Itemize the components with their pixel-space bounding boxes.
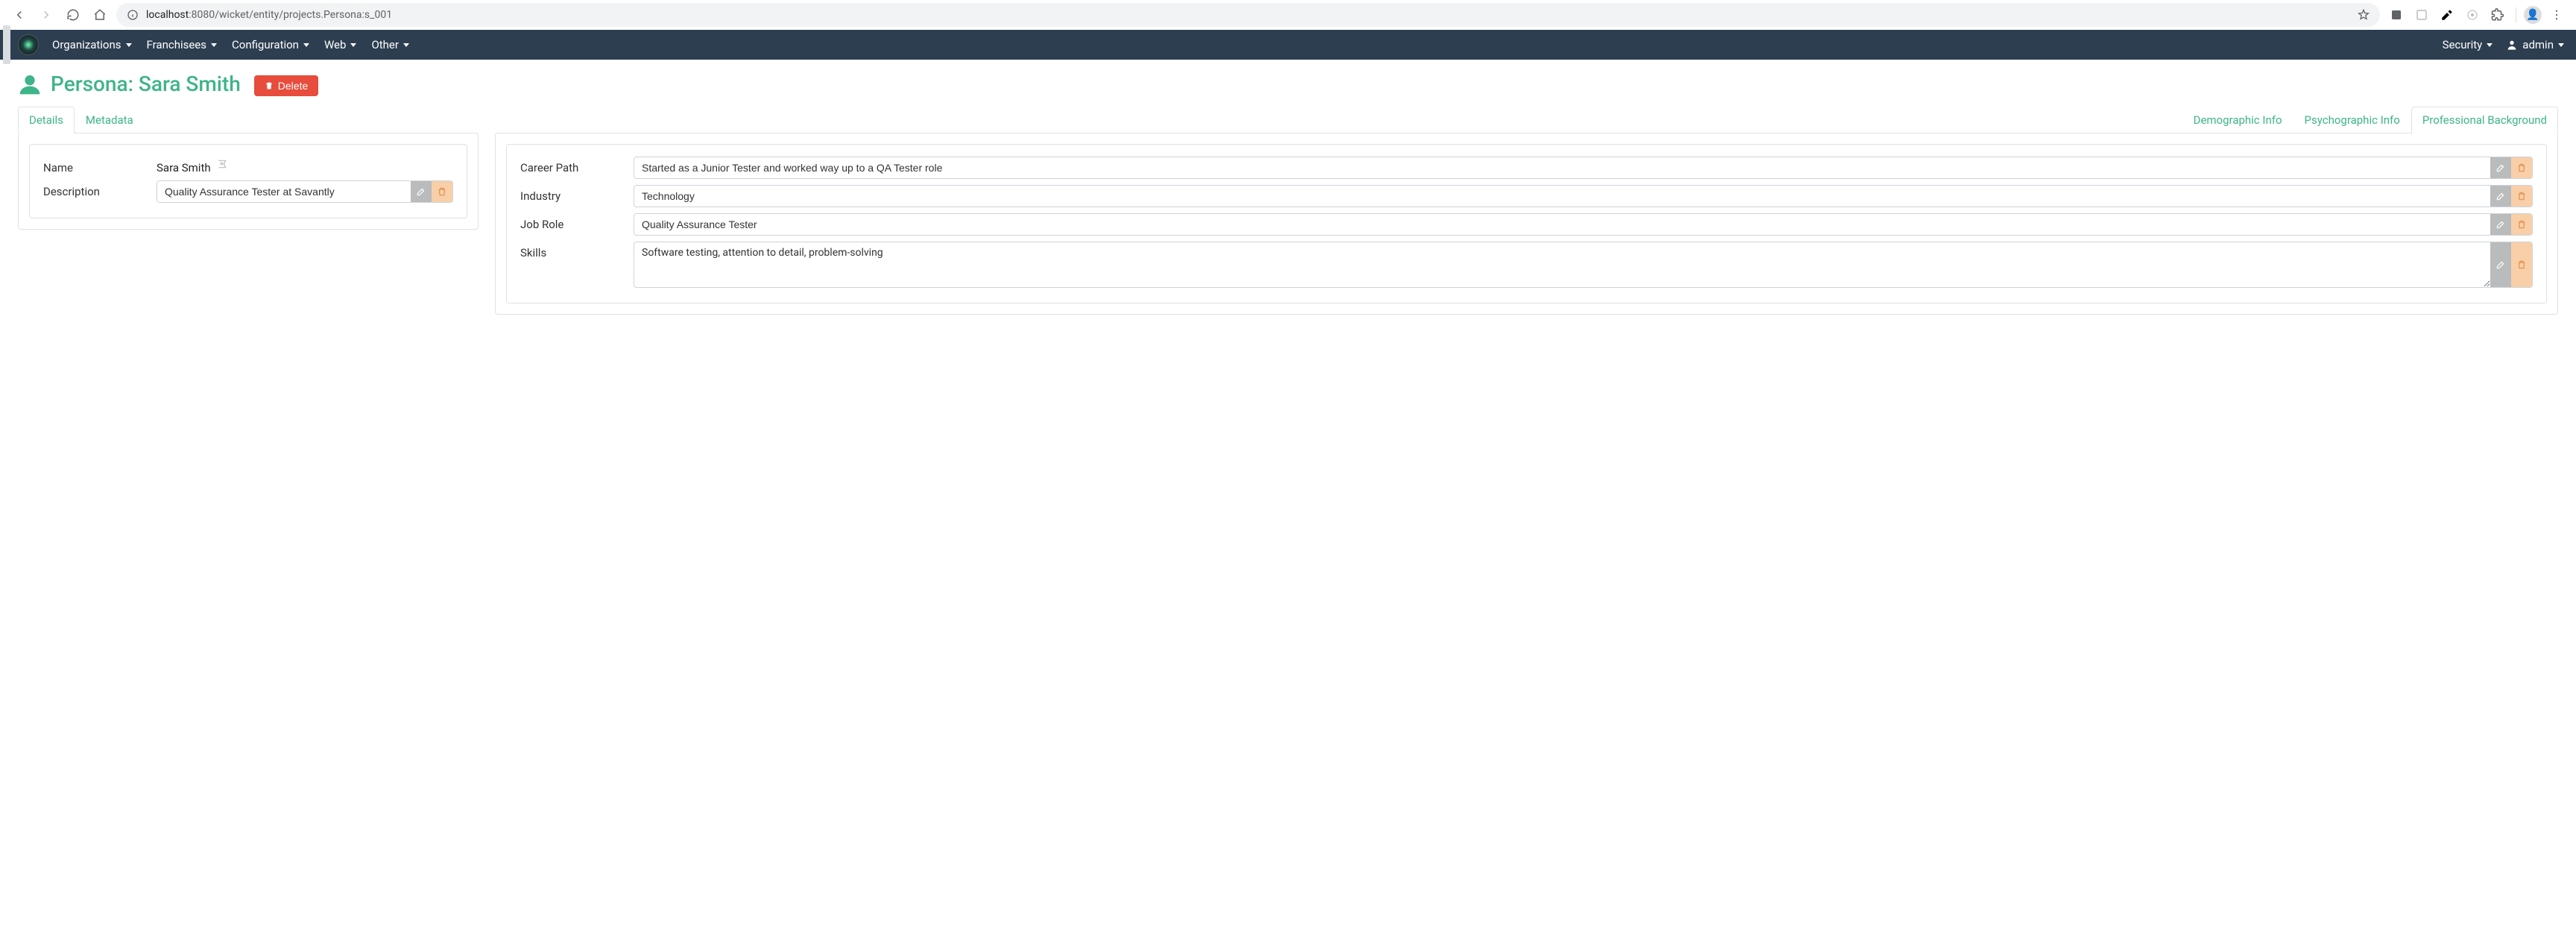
chevron-down-icon xyxy=(126,43,132,47)
trash-icon xyxy=(2516,259,2527,270)
trash-icon xyxy=(437,186,447,197)
tab-professional-background[interactable]: Professional Background xyxy=(2411,107,2558,133)
tab-demographic-info[interactable]: Demographic Info xyxy=(2182,107,2294,133)
career-path-field[interactable] xyxy=(634,157,2490,178)
clear-name-icon[interactable] xyxy=(217,159,227,172)
trash-icon xyxy=(2516,191,2527,201)
edit-job-role-button[interactable] xyxy=(2490,214,2511,235)
chevron-down-icon xyxy=(2558,43,2564,47)
tab-details[interactable]: Details xyxy=(18,107,75,133)
edit-icon xyxy=(416,186,426,197)
chevron-down-icon xyxy=(403,43,409,47)
prof-bg-panel: Career Path Industry xyxy=(495,133,2558,315)
edit-career-path-button[interactable] xyxy=(2490,157,2511,178)
edit-industry-button[interactable] xyxy=(2490,186,2511,207)
details-panel: Name Sara Smith Description xyxy=(18,133,479,230)
name-label: Name xyxy=(43,157,148,174)
page-title-text: Persona: Sara Smith xyxy=(51,72,241,96)
trash-icon xyxy=(2516,219,2527,230)
back-button[interactable] xyxy=(9,4,30,25)
chrome-menu-icon[interactable] xyxy=(2546,4,2567,25)
address-bar[interactable]: localhost:8080/wicket/entity/projects.Pe… xyxy=(116,3,2380,27)
app-navbar: Organizations Franchisees Configuration … xyxy=(0,30,2576,60)
left-tab-bar: Details Metadata xyxy=(18,107,479,133)
edit-icon xyxy=(2496,191,2506,201)
profile-avatar[interactable]: 👤 xyxy=(2524,6,2542,24)
reload-button[interactable] xyxy=(63,4,83,25)
job-role-field[interactable] xyxy=(634,214,2490,235)
nav-right: Security admin xyxy=(2443,38,2564,51)
industry-label: Industry xyxy=(520,185,625,203)
edit-skills-button[interactable] xyxy=(2490,242,2511,287)
extension-icon[interactable] xyxy=(2462,4,2483,25)
clear-description-button[interactable] xyxy=(432,181,452,202)
tab-metadata[interactable]: Metadata xyxy=(75,107,145,133)
browser-toolbar: localhost:8080/wicket/entity/projects.Pe… xyxy=(0,0,2576,30)
nav-items: Organizations Franchisees Configuration … xyxy=(52,38,409,51)
right-tab-bar: Demographic Info Psychographic Info Prof… xyxy=(495,107,2558,133)
nav-franchisees[interactable]: Franchisees xyxy=(147,38,218,51)
clear-industry-button[interactable] xyxy=(2511,186,2532,207)
edge-tab[interactable] xyxy=(3,25,10,64)
extension-icon[interactable] xyxy=(2411,4,2432,25)
description-label: Description xyxy=(43,180,148,198)
page-title: Persona: Sara Smith xyxy=(18,72,241,96)
chevron-down-icon xyxy=(303,43,309,47)
brand-logo[interactable] xyxy=(18,34,39,55)
home-button[interactable] xyxy=(89,4,110,25)
url-text: localhost:8080/wicket/entity/projects.Pe… xyxy=(146,9,2350,21)
extension-icon[interactable] xyxy=(2386,4,2407,25)
nav-security[interactable]: Security xyxy=(2443,38,2493,51)
trash-icon xyxy=(2516,163,2527,173)
nav-configuration[interactable]: Configuration xyxy=(232,38,309,51)
eyedropper-icon[interactable] xyxy=(2437,4,2457,25)
chevron-down-icon xyxy=(350,43,356,47)
nav-user[interactable]: admin xyxy=(2506,38,2564,51)
persona-icon xyxy=(18,72,42,96)
nav-web[interactable]: Web xyxy=(324,38,356,51)
job-role-label: Job Role xyxy=(520,213,625,231)
clear-skills-button[interactable] xyxy=(2511,242,2532,287)
name-value: Sara Smith xyxy=(157,157,211,174)
forward-button[interactable] xyxy=(36,4,57,25)
edit-icon xyxy=(2496,259,2506,270)
edit-description-button[interactable] xyxy=(411,181,432,202)
extensions-puzzle-icon[interactable] xyxy=(2487,4,2508,25)
trash-icon xyxy=(265,81,274,90)
edit-icon xyxy=(2496,163,2506,173)
skills-label: Skills xyxy=(520,242,625,259)
nav-organizations[interactable]: Organizations xyxy=(52,38,132,51)
nav-other[interactable]: Other xyxy=(371,38,409,51)
edit-icon xyxy=(2496,219,2506,230)
career-path-label: Career Path xyxy=(520,157,625,174)
clear-job-role-button[interactable] xyxy=(2511,214,2532,235)
page-content: Persona: Sara Smith Delete Details Metad… xyxy=(0,60,2576,327)
user-icon xyxy=(2506,39,2518,51)
chevron-down-icon xyxy=(211,43,217,47)
site-info-icon xyxy=(127,9,139,21)
skills-field[interactable] xyxy=(634,242,2490,287)
bookmark-star-icon[interactable] xyxy=(2358,9,2370,21)
tab-psychographic-info[interactable]: Psychographic Info xyxy=(2294,107,2411,133)
page-header: Persona: Sara Smith Delete xyxy=(18,72,2558,96)
clear-career-path-button[interactable] xyxy=(2511,157,2532,178)
chevron-down-icon xyxy=(2487,43,2493,47)
description-field[interactable] xyxy=(157,181,411,202)
delete-button[interactable]: Delete xyxy=(254,75,318,96)
industry-field[interactable] xyxy=(634,186,2490,207)
browser-right-icons: 👤 xyxy=(2386,4,2567,25)
